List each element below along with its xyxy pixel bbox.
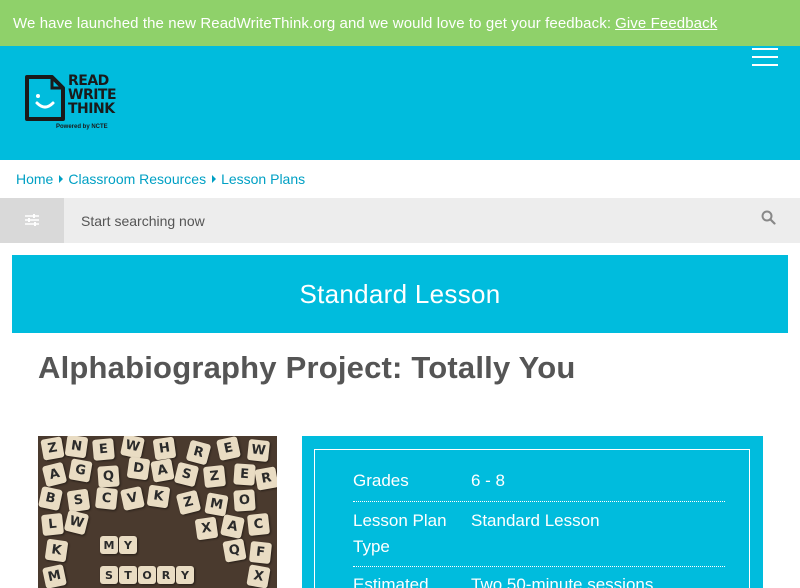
letter-tile: R bbox=[185, 439, 212, 466]
letter-tile: X bbox=[246, 564, 271, 588]
breadcrumb-home[interactable]: Home bbox=[16, 171, 53, 187]
info-label: Grades bbox=[353, 471, 409, 490]
letter-tile: O bbox=[233, 489, 256, 512]
letter-tile: W bbox=[63, 509, 90, 536]
search-input[interactable] bbox=[64, 198, 744, 243]
logo-wordmark: READ WRITE THINK bbox=[68, 73, 117, 117]
lesson-photo: Z N E W H R E W A G Q D A S Z E R B S C … bbox=[38, 436, 277, 588]
tile-word-story: S T O R Y bbox=[100, 566, 194, 584]
letter-tile: S bbox=[66, 488, 91, 513]
feedback-message: We have launched the new ReadWriteThink.… bbox=[13, 14, 612, 32]
info-label: Estimated bbox=[353, 575, 429, 588]
letter-tile: Q bbox=[97, 465, 120, 488]
hamburger-icon[interactable] bbox=[752, 48, 778, 68]
letter-tile: H bbox=[152, 436, 177, 461]
lesson-info-panel: Grades 6 - 8 Lesson Plan Type Standard L… bbox=[302, 436, 763, 588]
logo-page-icon bbox=[25, 75, 65, 121]
letter-tile: C bbox=[246, 512, 271, 537]
sliders-icon bbox=[25, 214, 39, 226]
letter-tile: G bbox=[68, 458, 93, 483]
tile-word-my: M Y bbox=[100, 536, 137, 554]
letter-tile: Y bbox=[119, 536, 137, 554]
letter-tile: N bbox=[64, 436, 89, 459]
letter-tile: Z bbox=[175, 489, 202, 516]
give-feedback-link[interactable]: Give Feedback bbox=[615, 15, 717, 32]
letter-tile: S bbox=[173, 461, 200, 488]
letter-tile: A bbox=[150, 458, 175, 483]
letter-tile: A bbox=[220, 514, 245, 539]
letter-tile: K bbox=[44, 538, 69, 563]
letter-tile: M bbox=[42, 564, 67, 588]
page-title: Alphabiography Project: Totally You bbox=[38, 350, 576, 385]
letter-tile: K bbox=[146, 484, 171, 509]
letter-tile: D bbox=[126, 456, 151, 481]
breadcrumb-classroom-resources[interactable]: Classroom Resources bbox=[68, 171, 206, 187]
info-value: Standard Lesson bbox=[471, 511, 600, 530]
letter-tile: T bbox=[119, 566, 137, 584]
lesson-info-box: Grades 6 - 8 Lesson Plan Type Standard L… bbox=[314, 449, 750, 588]
search-bar bbox=[0, 198, 800, 243]
breadcrumb: Home Classroom Resources Lesson Plans bbox=[16, 170, 305, 188]
letter-tile: R bbox=[157, 566, 175, 584]
letter-tile: Y bbox=[176, 566, 194, 584]
logo-word-read: READ bbox=[68, 73, 109, 89]
letter-tile: Z bbox=[202, 464, 227, 489]
letter-tile: W bbox=[246, 438, 271, 463]
letter-tile: Z bbox=[40, 436, 65, 461]
filter-button[interactable] bbox=[0, 198, 64, 243]
letter-tile: B bbox=[38, 486, 63, 511]
letter-tile: C bbox=[94, 486, 119, 511]
caret-right-icon bbox=[59, 175, 64, 183]
info-value: 6 - 8 bbox=[471, 471, 506, 490]
letter-tile: Q bbox=[222, 538, 247, 563]
logo-word-write: WRITE bbox=[68, 87, 117, 103]
row-divider bbox=[353, 566, 725, 567]
logo-tagline: Powered by NCTE bbox=[56, 124, 108, 130]
letter-tile: X bbox=[194, 516, 219, 541]
letter-tile: R bbox=[254, 466, 277, 491]
search-icon[interactable] bbox=[761, 210, 776, 225]
readwritethink-logo[interactable]: READ WRITE THINK Powered by NCTE bbox=[24, 74, 124, 136]
lesson-type-banner: Standard Lesson bbox=[12, 255, 788, 333]
letter-tile: V bbox=[120, 486, 145, 511]
info-label: Lesson Plan Type bbox=[353, 511, 447, 556]
letter-tile: A bbox=[41, 461, 68, 488]
breadcrumb-lesson-plans[interactable]: Lesson Plans bbox=[221, 171, 305, 187]
logo-word-think: THINK bbox=[68, 101, 115, 117]
info-value: Two 50-minute sessions bbox=[471, 575, 654, 588]
letter-tile: O bbox=[138, 566, 156, 584]
letter-tile: M bbox=[100, 536, 118, 554]
row-divider bbox=[353, 501, 725, 502]
letter-tile: W bbox=[120, 436, 145, 459]
letter-tile: E bbox=[233, 463, 256, 486]
caret-right-icon bbox=[212, 175, 217, 183]
letter-tile: E bbox=[216, 436, 241, 461]
letter-tile: S bbox=[100, 566, 118, 584]
letter-tile: F bbox=[248, 540, 273, 565]
letter-tile: E bbox=[92, 438, 115, 461]
site-header: READ WRITE THINK Powered by NCTE bbox=[0, 46, 800, 160]
feedback-banner: We have launched the new ReadWriteThink.… bbox=[0, 0, 800, 46]
letter-tile: L bbox=[40, 512, 65, 537]
letter-tile: M bbox=[204, 492, 229, 517]
